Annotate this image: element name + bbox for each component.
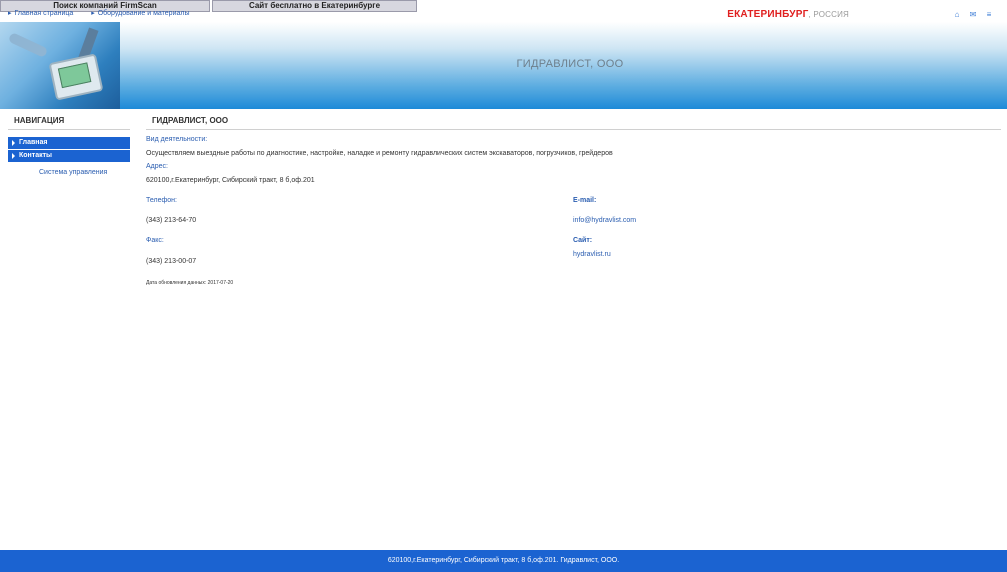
banner-image [0, 22, 120, 109]
fax-label: Факс: [146, 237, 164, 244]
top-icons: ⌂ ✉ ≡ [953, 11, 993, 19]
activity-label: Вид деятельности: [146, 136, 208, 143]
country-name: , РОССИЯ [808, 10, 849, 19]
breadcrumb-arrow-icon: ▸ [91, 10, 95, 17]
divider [8, 129, 130, 130]
top-strip: Поиск компаний FirmScan Сайт бесплатно в… [0, 0, 1007, 22]
footer: 620100,г.Екатеринбург, Сибирский тракт, … [0, 550, 1007, 572]
site-link[interactable]: hydravlist.ru [573, 251, 611, 258]
sitemap-icon[interactable]: ≡ [985, 11, 993, 19]
city-name: ЕКАТЕРИНБУРГ [727, 9, 809, 20]
banner-company-title: ГИДРАВЛИСТ, ООО [516, 58, 624, 70]
navigation-title: НАВИГАЦИЯ [14, 116, 65, 125]
breadcrumb: ▸ Главная страница ▸ Оборудование и матери… [8, 9, 190, 17]
phone-label: Телефон: [146, 197, 177, 204]
address-text: 620100,г.Екатеринбург, Сибирский тракт, … [146, 177, 315, 184]
sidebar-item-label: Контакты [19, 152, 53, 159]
mail-icon[interactable]: ✉ [969, 11, 977, 19]
divider [146, 129, 1001, 130]
phone-value: (343) 213-64-70 [146, 217, 197, 224]
free-site-button[interactable]: Сайт бесплатно в Екатеринбурге [212, 0, 417, 12]
email-link[interactable]: info@hydravlist.com [573, 217, 636, 224]
triangle-right-icon [12, 140, 15, 146]
breadcrumb-arrow-icon: ▸ [8, 10, 12, 17]
sidebar-item-contacts[interactable]: Контакты [8, 150, 130, 162]
header-banner: ГИДРАВЛИСТ, ООО [0, 22, 1007, 109]
address-label: Адрес: [146, 163, 168, 170]
sidebar-item-label: Главная [19, 139, 48, 146]
triangle-right-icon [12, 153, 15, 159]
fax-value: (343) 213-00-07 [146, 258, 197, 265]
breadcrumb-home-link[interactable]: Главная страница [15, 10, 74, 17]
site-label: Сайт: [573, 237, 593, 244]
city-title: ЕКАТЕРИНБУРГ, РОССИЯ [727, 9, 849, 20]
home-icon[interactable]: ⌂ [953, 11, 961, 19]
updated-date: Дата обновления данных: 2017-07-20 [146, 280, 234, 286]
page-title: ГИДРАВЛИСТ, ООО [152, 116, 229, 125]
sidebar-item-home[interactable]: Главная [8, 137, 130, 149]
activity-text: Осуществляем выездные работы по диагност… [146, 150, 613, 157]
email-label: E-mail: [573, 197, 597, 204]
system-management-link[interactable]: Система управления [39, 169, 107, 176]
breadcrumb-category-link[interactable]: Оборудование и материалы [98, 10, 190, 17]
